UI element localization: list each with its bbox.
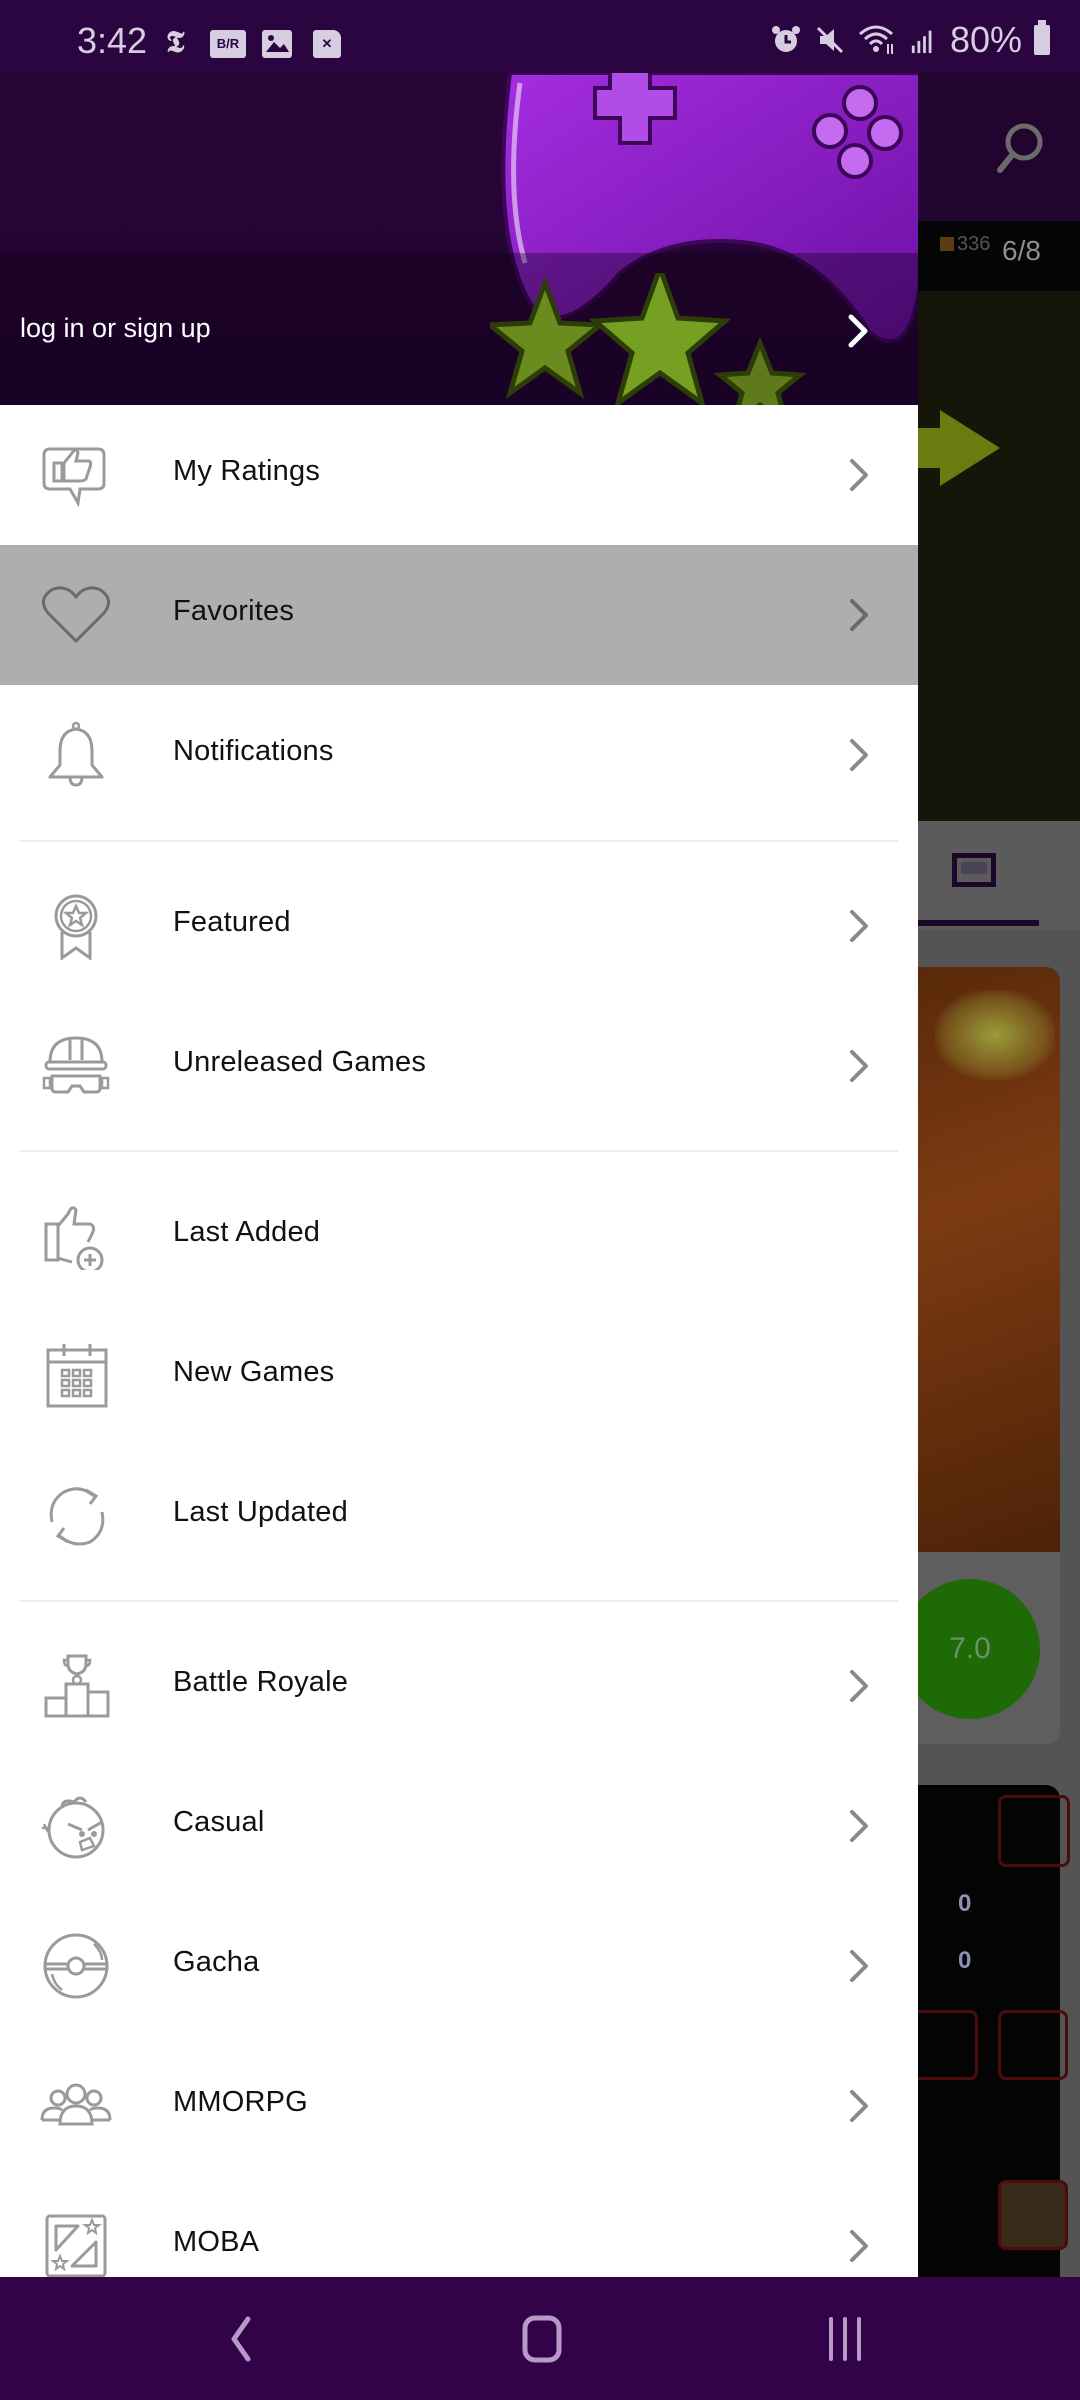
menu-item-last-added[interactable]: Last Added [0,1166,918,1306]
game-card-image-2[interactable]: 0 0 [908,1785,1070,2285]
menu-item-label: Favorites [173,595,295,627]
menu-item-last-updated[interactable]: Last Updated [0,1446,918,1586]
menu-item-favorites[interactable]: Favorites [0,545,918,685]
bleacher-report-icon: B/R [210,30,246,58]
screenshot-tab-icon[interactable] [952,853,996,887]
refresh-icon [38,1482,114,1550]
bell-icon [38,721,114,789]
back-button[interactable] [210,2309,270,2369]
menu-item-label: Last Updated [173,1496,348,1528]
close-notification-icon: ✕ [313,30,341,58]
login-signup-link[interactable]: log in or sign up [20,313,211,344]
menu-item-label: Unreleased Games [173,1046,427,1078]
recents-button[interactable] [815,2309,875,2369]
menu-item-battle-royale[interactable]: Battle Royale [0,1616,918,1756]
chevron-right-icon [850,2090,868,2122]
chevron-right-icon [850,739,868,771]
battery-percent: 80% [949,19,1022,60]
stars-graphic [490,273,807,405]
drawer-header[interactable]: log in or sign up [0,73,918,405]
status-bar: 3:42 𝕿 B/R ✕ 80% [0,0,1080,73]
hard-hat-icon [38,1032,114,1100]
section-divider [20,840,898,842]
chevron-right-icon [850,1810,868,1842]
signal-icon [911,30,932,54]
menu-item-label: Notifications [173,735,334,767]
chevron-right-icon [850,459,868,491]
menu-item-new-games[interactable]: New Games [0,1306,918,1446]
home-icon [522,2315,562,2363]
menu-item-my-ratings[interactable]: My Ratings [0,405,918,545]
navigation-drawer: log in or sign up My Ratings Favorites N… [0,73,918,2277]
heart-icon [38,581,114,649]
tab-indicator [918,920,1039,926]
thumbs-up-speech-icon [38,441,114,509]
chevron-right-icon[interactable] [843,311,873,351]
thumbs-up-plus-icon [38,1202,114,1274]
menu-item-label: My Ratings [173,455,321,487]
status-time: 3:42 [77,20,148,61]
chevron-right-icon [850,1950,868,1982]
menu-item-notifications[interactable]: Notifications [0,685,918,825]
moba-map-icon [38,2212,114,2277]
menu-item-label: Battle Royale [173,1666,349,1698]
home-button[interactable] [512,2309,572,2369]
menu-item-gacha[interactable]: Gacha [0,1896,918,2036]
menu-item-label: Last Added [173,1216,321,1248]
nyt-icon: 𝕿 [166,25,185,60]
wifi-icon [858,25,893,54]
chevron-right-icon [850,1050,868,1082]
game-hud: 336 6/8 [918,221,1080,291]
back-icon [231,2316,251,2362]
chevron-right-icon [850,1670,868,1702]
menu-item-label: MMORPG [173,2086,308,2118]
arrow-graphic-head [940,410,1000,486]
group-icon [38,2072,114,2140]
angry-bird-icon [38,1792,114,1860]
search-icon[interactable] [990,118,1050,178]
menu-item-label: MOBA [173,2226,260,2258]
menu-item-label: Casual [173,1806,265,1838]
mute-icon [816,26,843,54]
game-screenshot [918,291,1080,821]
media-tabs [918,821,1080,929]
chevron-right-icon [850,910,868,942]
recents-icon [829,2317,861,2361]
chevron-right-icon [850,2230,868,2262]
status-right: 80% [770,19,1050,60]
system-navigation-bar [0,2277,1080,2400]
alarm-icon [771,26,800,52]
pokeball-icon [38,1932,114,2000]
trophy-podium-icon [38,1652,114,1720]
section-divider [20,1150,898,1152]
calendar-icon [38,1342,114,1410]
menu-item-featured[interactable]: Featured [0,856,918,996]
fire-effect [935,990,1055,1080]
menu-item-unreleased-games[interactable]: Unreleased Games [0,996,918,1136]
chevron-right-icon [850,599,868,631]
menu-item-label: New Games [173,1356,335,1388]
menu-item-label: Gacha [173,1946,260,1978]
section-divider [20,1600,898,1602]
award-badge-icon [38,892,114,961]
score-badge: 7.0 [900,1579,1040,1719]
battery-icon [1034,20,1050,55]
menu-item-mmorpg[interactable]: MMORPG [0,2036,918,2176]
menu-item-label: Featured [173,906,291,938]
coin-count: 336 [940,233,990,256]
menu-item-moba[interactable]: MOBA [0,2176,918,2277]
image-icon [262,30,292,58]
menu-item-casual[interactable]: Casual [0,1756,918,1896]
level-counter: 6/8 [1002,235,1041,266]
